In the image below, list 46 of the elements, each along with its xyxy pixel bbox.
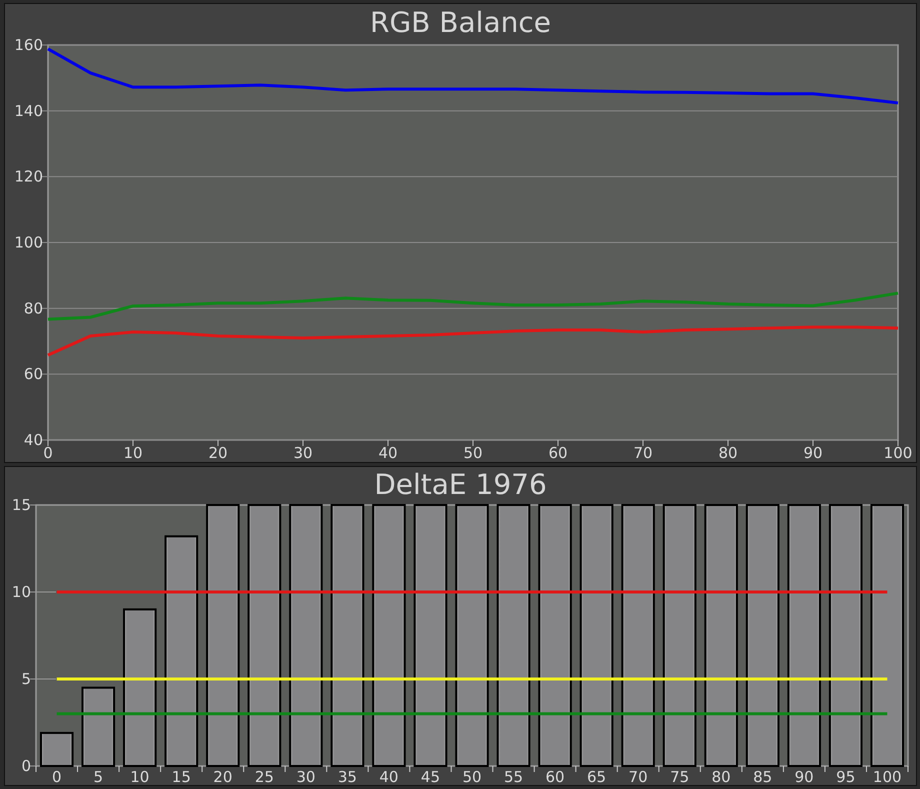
axis-label: 55 [504, 768, 524, 786]
axis-label: 5 [21, 670, 31, 688]
axis-label: 10 [123, 444, 143, 462]
chart-title: RGB Balance [370, 5, 551, 41]
axis-label: 15 [172, 768, 191, 786]
axis-label: 160 [14, 36, 43, 54]
axis-label: 90 [803, 444, 823, 462]
chart-title: DeltaE 1976 [374, 467, 547, 503]
axis-label: 95 [836, 768, 856, 786]
axis-label: 5 [94, 768, 104, 786]
axis-label: 40 [24, 431, 43, 449]
axis-label: 85 [753, 768, 772, 786]
axis-label: 0 [21, 757, 31, 775]
axis-label: 80 [718, 444, 738, 462]
axis-label: 140 [14, 102, 43, 120]
axis-label: 45 [420, 768, 440, 786]
axis-label: 75 [670, 768, 690, 786]
axis-label: 0 [43, 444, 53, 462]
axis-label: 70 [628, 768, 648, 786]
axis-label: 40 [378, 444, 398, 462]
axis-label: 50 [463, 444, 483, 462]
axis-label: 20 [208, 444, 228, 462]
bar [40, 732, 74, 767]
axis-label: 0 [52, 768, 62, 786]
axis-label: 60 [548, 444, 568, 462]
axis-label: 35 [338, 768, 357, 786]
axis-label: 30 [293, 444, 313, 462]
axis-label: 90 [794, 768, 814, 786]
axis-label: 80 [24, 299, 43, 318]
axis-label: 100 [872, 768, 902, 786]
axis-label: 10 [130, 768, 150, 786]
axis-label: 80 [712, 768, 731, 786]
axis-label: 65 [587, 768, 606, 786]
axis-label: 25 [254, 768, 274, 786]
axis-label: 40 [379, 768, 398, 786]
axis-label: 100 [884, 444, 912, 462]
axis-label: 60 [24, 365, 43, 384]
axis-label: 120 [14, 168, 43, 186]
axis-label: 70 [633, 444, 653, 462]
axis-label: 20 [213, 768, 232, 786]
axis-label: 50 [462, 768, 482, 786]
axis-label: 30 [296, 768, 316, 786]
axis-label: 10 [12, 583, 31, 601]
axis-label: 15 [12, 496, 31, 514]
axis-label: 60 [546, 768, 565, 786]
axis-label: 100 [14, 234, 43, 252]
